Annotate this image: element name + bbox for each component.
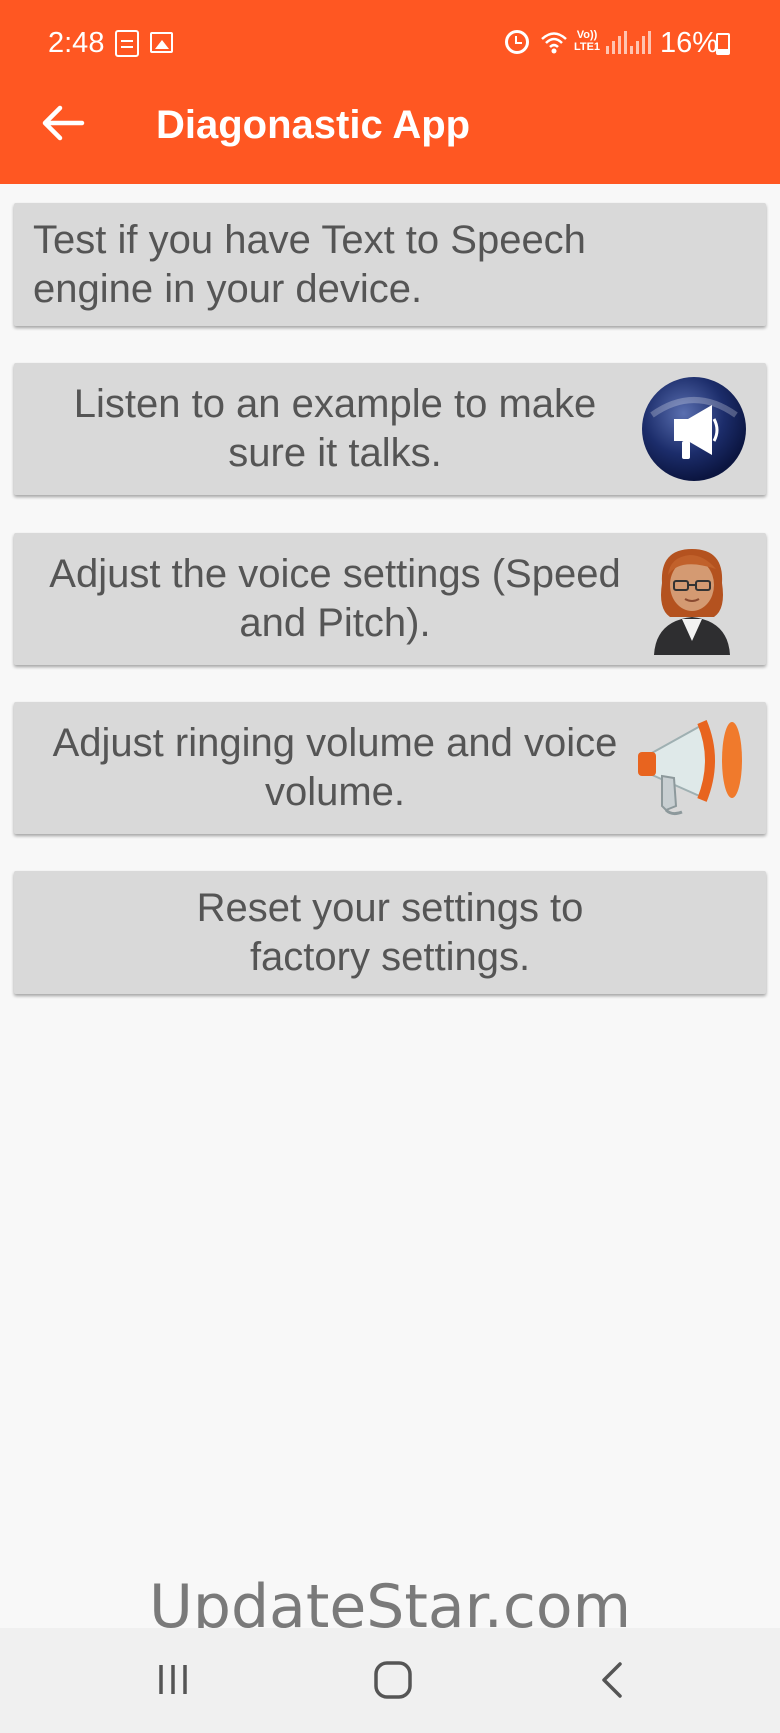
- signal-strength-icon-2: [630, 30, 651, 54]
- image-notification-icon: [150, 32, 173, 53]
- menu-item-test-tts[interactable]: Test if you have Text to Speech engine i…: [14, 203, 766, 326]
- app-title: Diagonastic App: [156, 103, 471, 147]
- notification-icon: [115, 30, 139, 57]
- status-bar: 2:48 Vo)) LTE1 16%: [0, 0, 780, 88]
- nav-back-icon[interactable]: [593, 1660, 633, 1700]
- wifi-icon: [541, 32, 567, 54]
- back-arrow-icon[interactable]: [38, 103, 86, 143]
- menu-item-label: Reset your settings to factory settings.: [196, 885, 584, 979]
- status-time: 2:48: [48, 27, 105, 59]
- menu-item-voice-settings[interactable]: Adjust the voice settings (Speed and Pit…: [14, 533, 766, 665]
- app-bar: 2:48 Vo)) LTE1 16% Diagonastic App: [0, 0, 780, 184]
- megaphone-icon: [638, 720, 742, 816]
- alarm-icon: [505, 30, 529, 54]
- signal-strength-icon: [606, 30, 627, 54]
- woman-avatar-icon: [654, 549, 730, 655]
- battery-icon: [716, 33, 730, 55]
- system-nav-bar: [0, 1628, 780, 1733]
- menu-item-listen-example[interactable]: Listen to an example to make sure it tal…: [14, 363, 766, 495]
- menu-item-label: Test if you have Text to Speech engine i…: [33, 217, 586, 311]
- recent-apps-icon[interactable]: [155, 1660, 195, 1700]
- network-type-label: Vo)) LTE1: [573, 29, 601, 53]
- battery-percent: 16%: [660, 27, 719, 59]
- megaphone-circle-icon: [642, 377, 746, 481]
- menu-item-volume[interactable]: Adjust ringing volume and voice volume.: [14, 702, 766, 834]
- home-icon[interactable]: [373, 1660, 413, 1700]
- menu-item-reset[interactable]: Reset your settings to factory settings.: [14, 871, 766, 994]
